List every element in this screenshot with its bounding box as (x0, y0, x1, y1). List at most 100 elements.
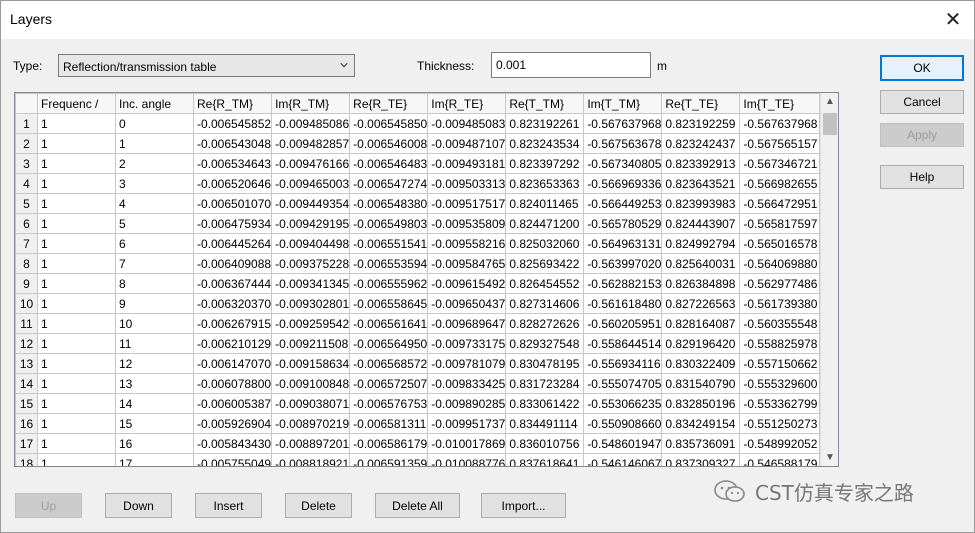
table-row[interactable]: 3 1 2 -0.006534643 -0.009476166 -0.006546483-… (15, 153, 821, 174)
table-cell[interactable]: -0.567637968 (583, 113, 663, 134)
table-row[interactable]: 5 1 4 -0.006501070 -0.009449354 -0.006548380-… (15, 193, 821, 214)
table-cell[interactable]: -0.009615492 (427, 273, 507, 294)
column-header[interactable]: Im{R_TM} (271, 93, 351, 114)
table-cell[interactable]: 1 (37, 453, 116, 466)
insert-button[interactable]: Insert (195, 493, 262, 518)
table-cell[interactable]: -0.009650437 (427, 293, 507, 314)
table-cell[interactable]: 0.837309327 (661, 453, 741, 466)
table-row[interactable]: 6 1 5 -0.006475934 -0.009429195 -0.006549803-… (15, 213, 821, 234)
table-cell[interactable]: -0.010088776 (427, 453, 507, 466)
table-cell[interactable]: 1 (115, 133, 194, 154)
table-cell[interactable]: 0.835736091 (661, 433, 741, 454)
cancel-button[interactable]: Cancel (880, 90, 964, 114)
help-button[interactable]: Help (880, 165, 964, 189)
row-number[interactable]: 3 (15, 153, 38, 174)
table-row[interactable]: 12 1 11 -0.006210129 -0.009211508 -0.00656495… (15, 333, 821, 354)
table-cell[interactable]: 5 (115, 213, 194, 234)
table-cell[interactable]: 0.829196420 (661, 333, 741, 354)
table-cell[interactable]: -0.006548380 (349, 193, 429, 214)
table-cell[interactable]: 16 (115, 433, 194, 454)
table-cell[interactable]: 1 (37, 133, 116, 154)
table-cell[interactable]: -0.562882153 (583, 273, 663, 294)
table-cell[interactable]: 0.836010756 (505, 433, 585, 454)
up-button[interactable]: Up (15, 493, 82, 518)
row-number[interactable]: 8 (15, 253, 38, 274)
table-cell[interactable]: -0.006551541 (349, 233, 429, 254)
table-cell[interactable]: -0.006546008 (349, 133, 429, 154)
table-cell[interactable]: 0.823643521 (661, 173, 741, 194)
table-cell[interactable]: 0.823392913 (661, 153, 741, 174)
table-cell[interactable]: -0.556934116 (583, 353, 663, 374)
table-cell[interactable]: 11 (115, 333, 194, 354)
table-cell[interactable]: 0.832850196 (661, 393, 741, 414)
table-cell[interactable]: 0.823653363 (505, 173, 585, 194)
table-cell[interactable]: -0.567563678 (583, 133, 663, 154)
table-cell[interactable]: -0.009733175 (427, 333, 507, 354)
table-cell[interactable]: -0.006547274 (349, 173, 429, 194)
table-cell[interactable]: -0.562977486 (739, 273, 821, 294)
table-cell[interactable]: -0.008897201 (271, 433, 351, 454)
thickness-input[interactable] (491, 52, 651, 78)
table-row[interactable]: 4 1 3 -0.006520646 -0.009465003 -0.006547274-… (15, 173, 821, 194)
table-cell[interactable]: 1 (37, 373, 116, 394)
table-cell[interactable]: 1 (37, 253, 116, 274)
table-row[interactable]: 1 1 0 -0.006545852 -0.009485086 -0.006545850-… (15, 113, 821, 134)
row-number[interactable]: 12 (15, 333, 38, 354)
import-button[interactable]: Import... (481, 493, 566, 518)
table-cell[interactable]: 1 (37, 293, 116, 314)
close-icon[interactable]: ✕ (940, 7, 966, 33)
table-cell[interactable]: 0.828164087 (661, 313, 741, 334)
table-cell[interactable]: -0.006553594 (349, 253, 429, 274)
table-cell[interactable]: -0.560205951 (583, 313, 663, 334)
table-cell[interactable]: 10 (115, 313, 194, 334)
table-cell[interactable]: 1 (37, 173, 116, 194)
table-cell[interactable]: -0.546146067 (583, 453, 663, 466)
table-cell[interactable]: -0.008818921 (271, 453, 351, 466)
table-cell[interactable]: 7 (115, 253, 194, 274)
table-cell[interactable]: -0.555329600 (739, 373, 821, 394)
table-cell[interactable]: -0.006581311 (349, 413, 429, 434)
apply-button[interactable]: Apply (880, 123, 964, 147)
table-cell[interactable]: -0.005843430 (192, 433, 273, 454)
table-cell[interactable]: -0.567637968 (739, 113, 821, 134)
table-cell[interactable]: -0.561739380 (739, 293, 821, 314)
table-cell[interactable]: -0.009951737 (427, 413, 507, 434)
table-cell[interactable]: 1 (37, 233, 116, 254)
table-cell[interactable]: -0.564963131 (583, 233, 663, 254)
table-row[interactable]: 7 1 6 -0.006445264 -0.009404498 -0.006551541-… (15, 233, 821, 254)
table-cell[interactable]: 12 (115, 353, 194, 374)
table-row[interactable]: 16 1 15 -0.005926904 -0.008970219 -0.00658131… (15, 413, 821, 434)
table-cell[interactable]: -0.565016578 (739, 233, 821, 254)
vertical-scrollbar[interactable]: ▲ ▼ (820, 93, 838, 466)
scrollbar-thumb[interactable] (823, 113, 837, 135)
table-row[interactable]: 11 1 10 -0.006267915 -0.009259542 -0.00656164… (15, 313, 821, 334)
table-cell[interactable]: -0.008970219 (271, 413, 351, 434)
table-cell[interactable]: 0.825693422 (505, 253, 585, 274)
table-cell[interactable]: -0.009493181 (427, 153, 507, 174)
table-cell[interactable]: 1 (37, 433, 116, 454)
table-cell[interactable]: 0.830322409 (661, 353, 741, 374)
table-cell[interactable]: -0.009158634 (271, 353, 351, 374)
table-row[interactable]: 10 1 9 -0.006320370 -0.009302801 -0.006558645… (15, 293, 821, 314)
table-cell[interactable]: -0.005926904 (192, 413, 273, 434)
table-cell[interactable]: 1 (37, 313, 116, 334)
table-cell[interactable]: 6 (115, 233, 194, 254)
delete-button[interactable]: Delete (285, 493, 352, 518)
table-cell[interactable]: 1 (37, 413, 116, 434)
row-number[interactable]: 11 (15, 313, 38, 334)
table-cell[interactable]: 0.823192259 (661, 113, 741, 134)
table-cell[interactable]: -0.006591359 (349, 453, 429, 466)
table-cell[interactable]: -0.009890285 (427, 393, 507, 414)
table-cell[interactable]: 0.823397292 (505, 153, 585, 174)
table-cell[interactable]: 1 (37, 273, 116, 294)
delete-all-button[interactable]: Delete All (375, 493, 460, 518)
table-cell[interactable]: -0.009302801 (271, 293, 351, 314)
table-cell[interactable]: 0.824992794 (661, 233, 741, 254)
table-row[interactable]: 2 1 1 -0.006543048 -0.009482857 -0.006546008-… (15, 133, 821, 154)
table-cell[interactable]: -0.551250273 (739, 413, 821, 434)
table-cell[interactable]: -0.566969336 (583, 173, 663, 194)
table-cell[interactable]: -0.558644514 (583, 333, 663, 354)
column-header[interactable]: Inc. angle (115, 93, 194, 114)
table-cell[interactable]: 0.823192261 (505, 113, 585, 134)
table-cell[interactable]: -0.567346721 (739, 153, 821, 174)
